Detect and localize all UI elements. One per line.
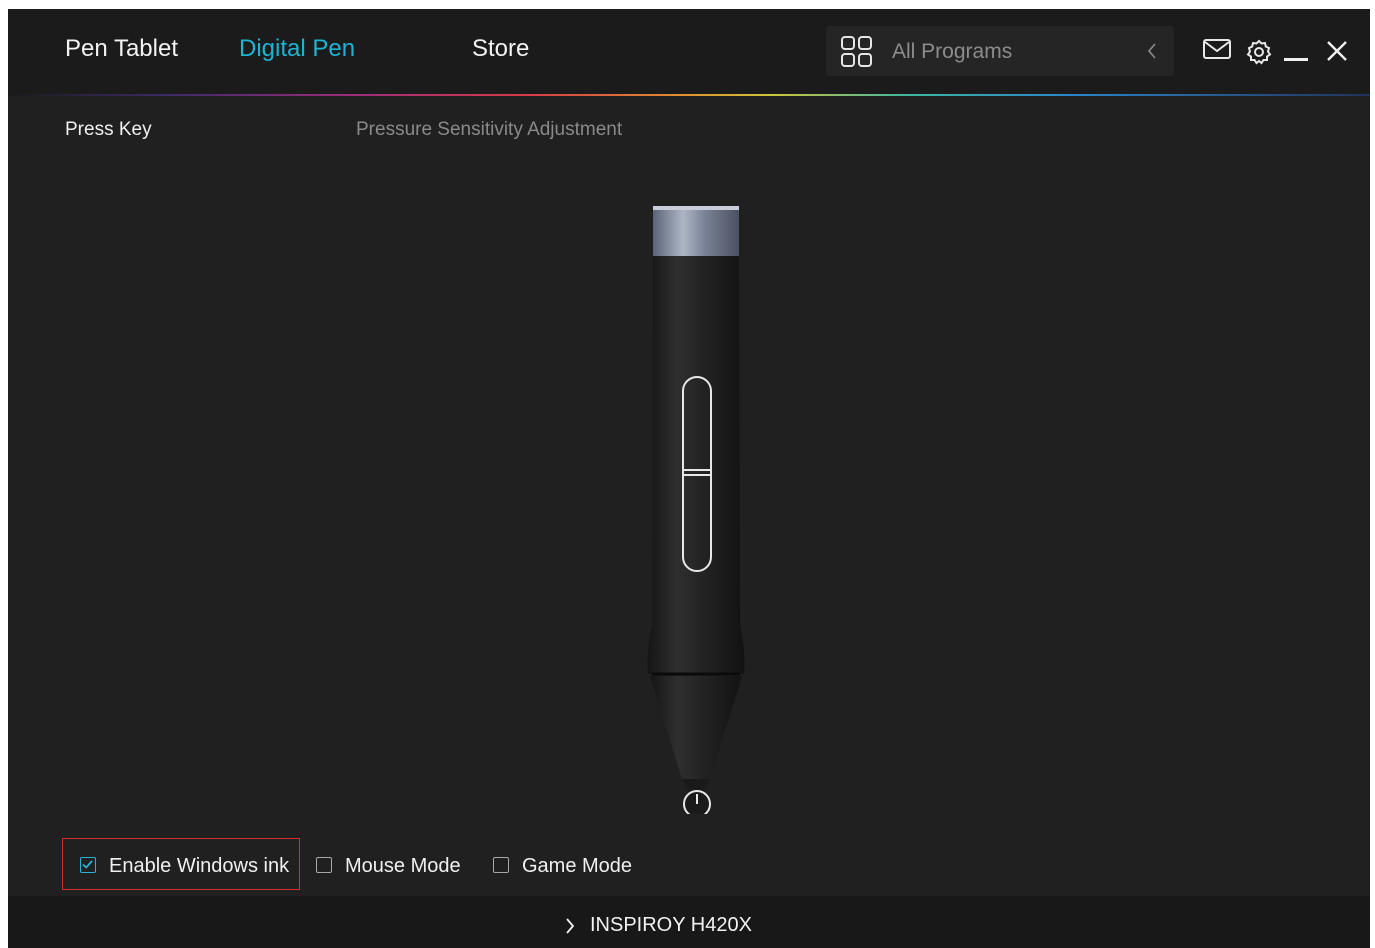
subtab-pressure-sensitivity[interactable]: Pressure Sensitivity Adjustment — [356, 119, 622, 141]
footer-bar: INSPIROY H420X — [8, 896, 1370, 948]
minimize-icon[interactable] — [1284, 49, 1308, 67]
game-mode-label: Game Mode — [522, 855, 633, 877]
grid-icon — [840, 35, 874, 74]
mouse-mode-label: Mouse Mode — [345, 855, 461, 877]
checkbox-unchecked-icon — [316, 857, 332, 873]
tab-pen-tablet[interactable]: Pen Tablet — [65, 35, 178, 63]
checkbox-unchecked-icon — [493, 857, 509, 873]
program-selector[interactable]: All Programs — [826, 26, 1174, 76]
tab-store[interactable]: Store — [472, 35, 529, 63]
header-divider — [8, 94, 1370, 96]
chevron-left-icon[interactable] — [1146, 41, 1158, 66]
enable-windows-ink-label: Enable Windows ink — [109, 855, 290, 877]
pen-illustration — [628, 204, 752, 818]
gear-icon[interactable] — [1246, 39, 1272, 70]
device-name: INSPIROY H420X — [590, 914, 752, 936]
mail-icon[interactable] — [1203, 38, 1231, 65]
chevron-right-icon — [564, 916, 576, 941]
program-selector-label: All Programs — [892, 40, 1013, 63]
header-bar: Pen Tablet Digital Pen Store All Program… — [8, 9, 1370, 96]
close-icon[interactable] — [1326, 40, 1348, 67]
checkbox-checked-icon — [80, 857, 96, 873]
app-window: Pen Tablet Digital Pen Store All Program… — [8, 9, 1370, 948]
tab-digital-pen[interactable]: Digital Pen — [239, 35, 355, 63]
subtab-press-key[interactable]: Press Key — [65, 119, 152, 141]
